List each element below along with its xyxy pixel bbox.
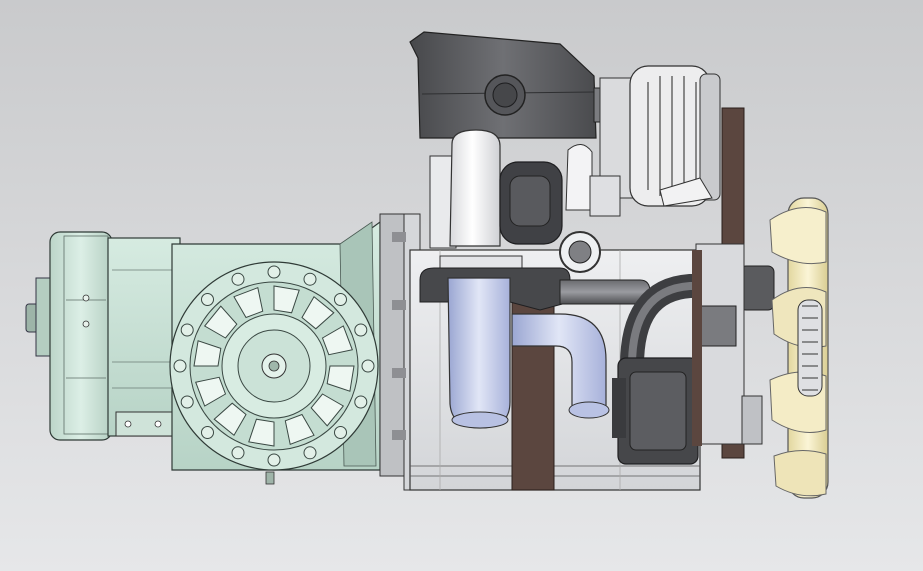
- cad-viewport[interactable]: [0, 0, 923, 571]
- water-pump-housing: [612, 357, 699, 465]
- bolt-hole: [303, 446, 317, 460]
- bolt-hole: [334, 293, 347, 306]
- bolt-hole: [180, 323, 194, 337]
- bolt-hole: [267, 453, 281, 467]
- bolt-hole: [201, 293, 214, 306]
- bolt-hole: [354, 395, 368, 409]
- drain-plug: [265, 471, 275, 485]
- bolt-hole: [334, 426, 347, 439]
- bolt-hole: [354, 323, 368, 337]
- bolt-hole: [231, 446, 245, 460]
- bolt-hole: [267, 265, 281, 279]
- bolt-hole: [201, 426, 214, 439]
- bolt-hole: [173, 359, 187, 373]
- air-intake-housing: [409, 31, 611, 139]
- bolt-hole: [231, 272, 245, 286]
- clutch-cover: [169, 261, 379, 471]
- engine-assembly-render: [25, 31, 829, 499]
- cooling-fan: [769, 197, 829, 499]
- bolt-hole: [303, 272, 317, 286]
- bolt-hole: [361, 359, 375, 373]
- bolt-hole: [180, 395, 194, 409]
